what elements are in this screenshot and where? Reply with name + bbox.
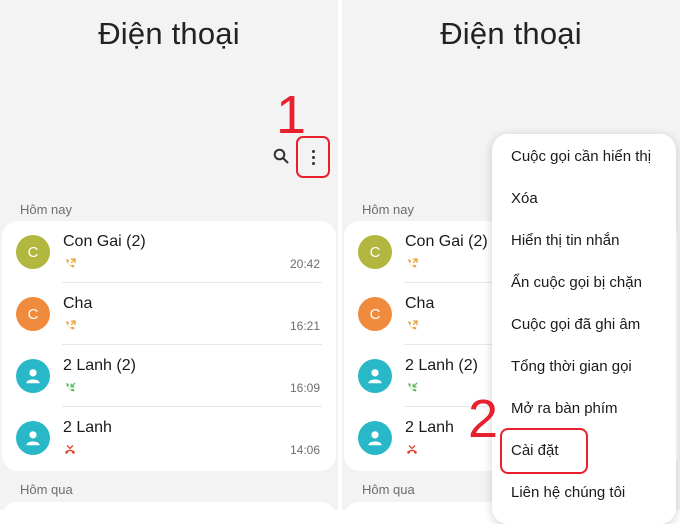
settings-highlight-box (500, 428, 588, 474)
contact-name: Cha (63, 295, 93, 312)
avatar: C (16, 297, 50, 331)
avatar: C (358, 297, 392, 331)
call-time: 14:06 (289, 443, 320, 457)
person-icon (366, 429, 384, 447)
outgoing-call-icon (406, 319, 418, 331)
section-label-yesterday: Hôm qua (20, 482, 73, 497)
menu-item-show-messages[interactable]: Hiển thị tin nhắn (511, 232, 619, 249)
call-row[interactable]: 2 Lanh (2) 16:09 (2, 345, 336, 407)
call-time: 16:21 (289, 319, 320, 333)
call-time: 16:09 (289, 381, 320, 395)
step-number-2: 2 (468, 389, 499, 449)
incoming-call-icon (64, 381, 76, 393)
person-icon (24, 367, 42, 385)
page-title: Điện thoại (98, 16, 240, 51)
contact-name: 2 Lanh (2) (63, 357, 136, 374)
section-label-yesterday: Hôm qua (362, 482, 415, 497)
call-row[interactable]: 2 Lanh 14:06 (2, 407, 336, 469)
avatar (358, 421, 392, 455)
call-list-yesterday (2, 502, 336, 510)
menu-item-recorded-calls[interactable]: Cuộc gọi đã ghi âm (511, 316, 640, 333)
avatar (16, 421, 50, 455)
missed-call-icon (406, 443, 418, 455)
step-number-1: 1 (276, 85, 307, 145)
call-row[interactable]: C Con Gai (2) 20:42 (2, 221, 336, 283)
avatar (358, 359, 392, 393)
avatar (16, 359, 50, 393)
call-list-today: C Con Gai (2) 20:42 C Cha 16:21 2 Lanh (2) 16… (2, 221, 336, 471)
menu-item-hide-blocked-calls[interactable]: Ẩn cuộc gọi bị chặn (511, 274, 642, 291)
contact-name: Cha (405, 295, 435, 312)
outgoing-call-icon (64, 257, 76, 269)
contact-name: 2 Lanh (63, 419, 112, 436)
section-label-today: Hôm nay (362, 202, 415, 217)
search-icon[interactable] (273, 148, 289, 164)
missed-call-icon (64, 443, 76, 455)
menu-item-total-call-time[interactable]: Tổng thời gian gọi (511, 358, 632, 375)
avatar: C (358, 235, 392, 269)
outgoing-call-icon (64, 319, 76, 331)
contact-name: Con Gai (2) (63, 233, 146, 250)
incoming-call-icon (406, 381, 418, 393)
menu-item-open-keypad[interactable]: Mở ra bàn phím (511, 400, 618, 417)
page-title: Điện thoại (440, 16, 582, 51)
avatar: C (16, 235, 50, 269)
call-time: 20:42 (289, 257, 320, 271)
contact-name: 2 Lanh (405, 419, 454, 436)
menu-item-visible-calls[interactable]: Cuộc gọi cần hiển thị (511, 148, 651, 165)
menu-item-delete[interactable]: Xóa (511, 190, 538, 207)
person-icon (24, 429, 42, 447)
outgoing-call-icon (406, 257, 418, 269)
call-row[interactable]: C Cha 16:21 (2, 283, 336, 345)
section-label-today: Hôm nay (20, 202, 73, 217)
menu-item-contact-us[interactable]: Liên hệ chúng tôi (511, 484, 625, 501)
person-icon (366, 367, 384, 385)
contact-name: Con Gai (2) (405, 233, 488, 250)
contact-name: 2 Lanh (2) (405, 357, 478, 374)
call-log-panel: Điện thoại Hôm nay C Con Gai (2) 20:42 C Ch… (0, 0, 338, 510)
